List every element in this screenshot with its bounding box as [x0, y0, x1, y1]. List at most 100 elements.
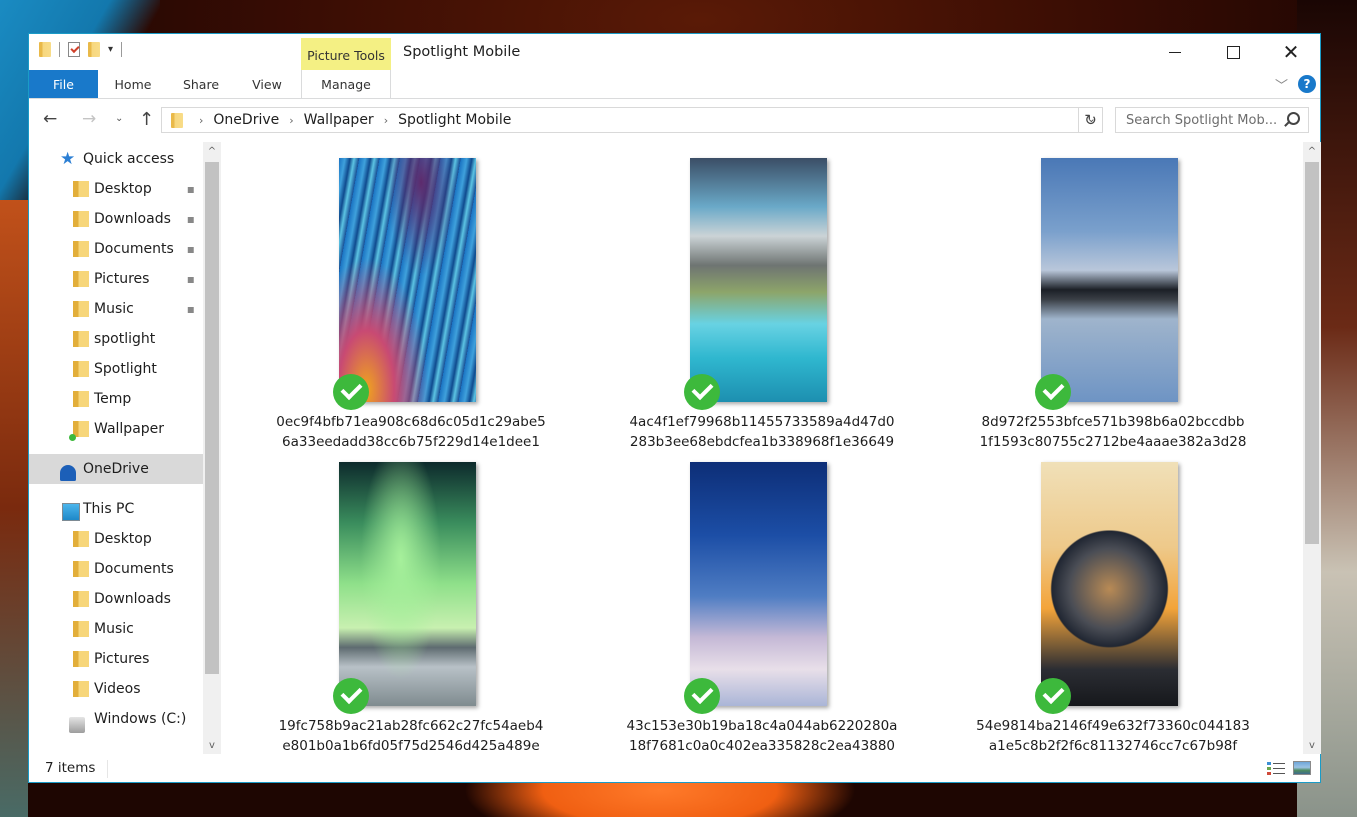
nav-this-pc-item[interactable]: Downloads	[29, 584, 203, 614]
pin-icon[interactable]: ◆	[184, 301, 199, 316]
folder-icon	[171, 112, 183, 128]
onedrive-cloud-icon	[60, 465, 76, 481]
minimize-button[interactable]	[1146, 34, 1204, 70]
nav-onedrive[interactable]: OneDrive	[29, 454, 203, 484]
folder-icon	[73, 331, 89, 347]
properties-icon[interactable]	[68, 42, 80, 57]
refresh-button[interactable]: ↻	[1078, 107, 1103, 133]
pin-icon[interactable]: ◆	[184, 181, 199, 196]
documents-folder-icon	[73, 561, 89, 577]
nav-label: Pictures	[94, 271, 150, 287]
window-controls: ✕	[1146, 34, 1320, 70]
file-name[interactable]: 19fc758b9ac21ab28fc662c27fc54aeb4 e801b0a…	[253, 716, 569, 756]
scroll-down-icon[interactable]: v	[203, 736, 221, 754]
file-item[interactable]: 4ac4f1ef79968b11455733589a4d47d0 283b3ee6…	[604, 142, 904, 450]
nav-pane-scrollbar[interactable]: ^ v	[203, 142, 221, 754]
pin-icon[interactable]: ◆	[184, 211, 199, 226]
chevron-right-icon[interactable]: ›	[384, 114, 388, 127]
breadcrumb-spotlight-mobile[interactable]: Spotlight Mobile	[398, 112, 511, 128]
customize-toolbar-dropdown-icon[interactable]: ▾	[108, 44, 113, 55]
nav-this-pc-item[interactable]: Desktop	[29, 524, 203, 554]
picture-tools-context-label: Picture Tools	[301, 38, 391, 70]
nav-label: Music	[94, 301, 134, 317]
pin-icon[interactable]: ◆	[184, 241, 199, 256]
help-icon[interactable]: ?	[1298, 75, 1316, 93]
image-thumbnail[interactable]	[1041, 462, 1178, 706]
nav-quick-access-item[interactable]: Pictures ◆	[29, 264, 203, 294]
nav-quick-access-item[interactable]: spotlight	[29, 324, 203, 354]
nav-quick-access-item[interactable]: Wallpaper	[29, 414, 203, 444]
close-button[interactable]: ✕	[1262, 34, 1320, 70]
image-thumbnail[interactable]	[690, 158, 827, 402]
sync-check-icon	[1035, 374, 1071, 410]
nav-this-pc-item[interactable]: Windows (C:)	[29, 704, 203, 734]
scroll-down-icon[interactable]: v	[1303, 736, 1321, 754]
image-thumbnail[interactable]	[339, 158, 476, 402]
tab-home[interactable]: Home	[104, 70, 162, 98]
navigation-pane: ★ Quick access Desktop ◆ Downloads ◆ Documen…	[29, 142, 224, 754]
content-scrollbar[interactable]: ^ v	[1303, 142, 1321, 754]
breadcrumb-onedrive[interactable]: OneDrive	[213, 112, 279, 128]
expand-ribbon-icon[interactable]: ﹀	[1275, 75, 1288, 94]
maximize-button[interactable]	[1204, 34, 1262, 70]
nav-quick-access-item[interactable]: Documents ◆	[29, 234, 203, 264]
nav-this-pc-item[interactable]: Music	[29, 614, 203, 644]
pin-icon[interactable]: ◆	[184, 271, 199, 286]
large-icons-view-icon[interactable]	[1293, 761, 1311, 775]
breadcrumb-wallpaper[interactable]: Wallpaper	[304, 112, 374, 128]
status-bar: 7 items	[29, 756, 1320, 782]
file-name[interactable]: 54e9814ba2146f49e632f73360c044183 a1e5c8b…	[955, 716, 1271, 756]
file-item[interactable]: 8d972f2553bfce571b398b6a02bccdbb 1f1593c8…	[955, 142, 1255, 450]
file-list: 0ec9f4bfb71ea908c68d6c05d1c29abe5 6a33eed…	[225, 142, 1300, 754]
tab-view[interactable]: View	[239, 70, 295, 98]
file-explorer-window: ▾ Picture Tools Spotlight Mobile ✕ File …	[28, 33, 1321, 783]
nav-quick-access-item[interactable]: Spotlight	[29, 354, 203, 384]
nav-this-pc-item[interactable]: Documents	[29, 554, 203, 584]
divider	[59, 42, 60, 57]
up-arrow-icon[interactable]: ↑	[139, 111, 154, 129]
details-view-icon[interactable]	[1267, 761, 1285, 776]
back-arrow-icon[interactable]: ←	[43, 111, 57, 128]
nav-quick-access-item[interactable]: Desktop ◆	[29, 174, 203, 204]
folder-icon[interactable]	[39, 42, 51, 57]
tab-share[interactable]: Share	[169, 70, 233, 98]
scrollbar-thumb[interactable]	[1305, 162, 1319, 544]
search-input[interactable]	[1124, 111, 1288, 129]
nav-quick-access-item[interactable]: Downloads ◆	[29, 204, 203, 234]
new-folder-icon[interactable]	[88, 42, 100, 57]
scroll-up-icon[interactable]: ^	[203, 142, 221, 160]
folder-icon	[73, 391, 89, 407]
nav-this-pc[interactable]: This PC	[29, 494, 203, 524]
nav-label: Videos	[94, 681, 141, 697]
search-box[interactable]	[1115, 107, 1309, 133]
nav-quick-access-item[interactable]: Music ◆	[29, 294, 203, 324]
file-name-line: 54e9814ba2146f49e632f73360c044183	[976, 718, 1250, 734]
address-bar[interactable]: › OneDrive › Wallpaper › Spotlight Mobil…	[161, 107, 1103, 133]
nav-quick-access-item[interactable]: Temp	[29, 384, 203, 414]
recent-locations-chevron-icon[interactable]: ⌄	[115, 114, 123, 124]
nav-this-pc-item[interactable]: Videos	[29, 674, 203, 704]
file-item[interactable]: 43c153e30b19ba18c4a044ab6220280a 18f7681c…	[604, 446, 904, 754]
nav-this-pc-item[interactable]: Pictures	[29, 644, 203, 674]
file-item[interactable]: 54e9814ba2146f49e632f73360c044183 a1e5c8b…	[955, 446, 1255, 754]
chevron-right-icon[interactable]: ›	[199, 114, 203, 127]
tab-file[interactable]: File	[29, 70, 98, 98]
image-thumbnail[interactable]	[339, 462, 476, 706]
image-thumbnail[interactable]	[690, 462, 827, 706]
sync-check-icon	[684, 374, 720, 410]
image-thumbnail[interactable]	[1041, 158, 1178, 402]
tab-manage[interactable]: Manage	[301, 70, 391, 98]
file-item[interactable]: 19fc758b9ac21ab28fc662c27fc54aeb4 e801b0a…	[253, 446, 553, 754]
scroll-up-icon[interactable]: ^	[1303, 142, 1321, 160]
forward-arrow-icon[interactable]: →	[82, 111, 96, 128]
file-item[interactable]: 0ec9f4bfb71ea908c68d6c05d1c29abe5 6a33eed…	[253, 142, 553, 450]
this-pc-icon	[62, 503, 80, 521]
nav-label: Music	[94, 621, 134, 637]
videos-folder-icon	[73, 681, 89, 697]
scrollbar-thumb[interactable]	[205, 162, 219, 674]
search-icon[interactable]	[1287, 112, 1300, 125]
chevron-right-icon[interactable]: ›	[289, 114, 293, 127]
nav-quick-access[interactable]: ★ Quick access	[29, 144, 203, 174]
file-name[interactable]: 43c153e30b19ba18c4a044ab6220280a 18f7681c…	[604, 716, 920, 756]
drive-icon	[69, 717, 85, 733]
